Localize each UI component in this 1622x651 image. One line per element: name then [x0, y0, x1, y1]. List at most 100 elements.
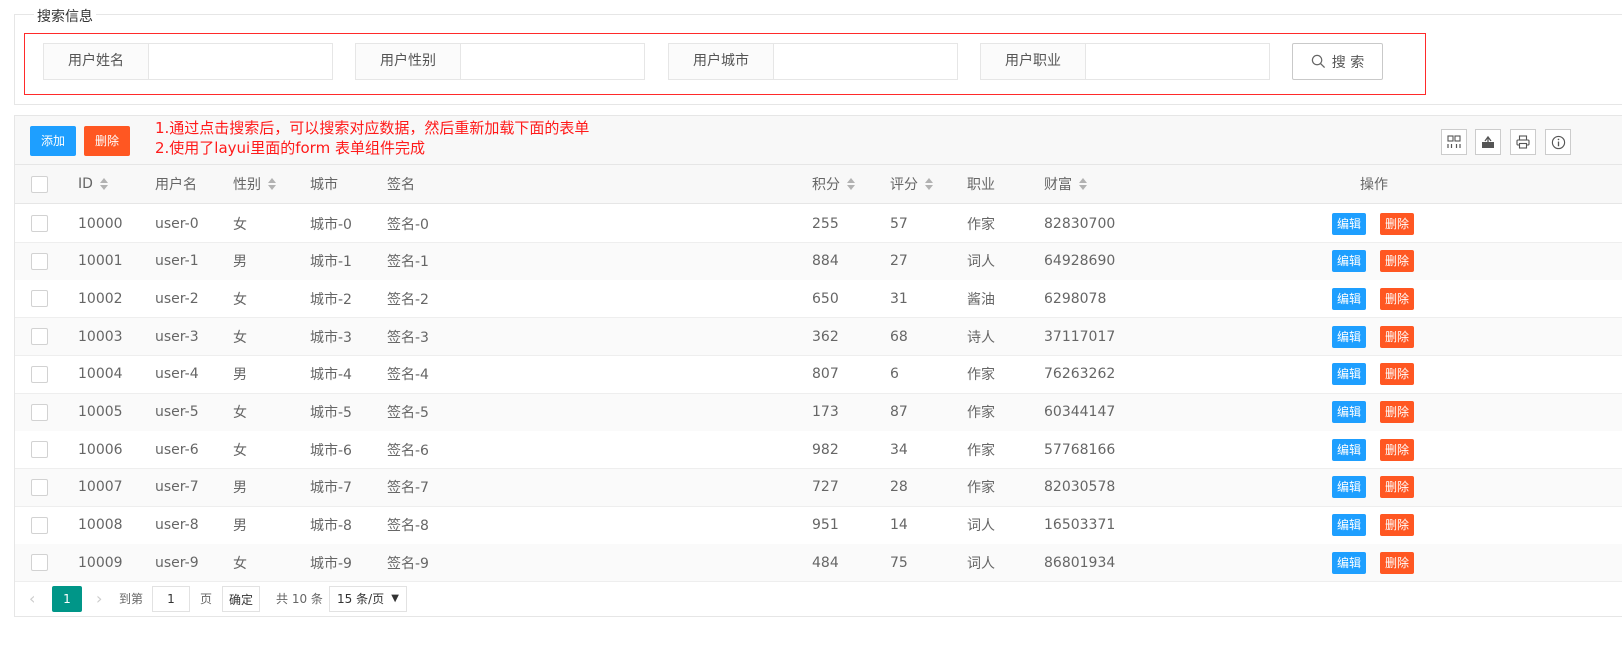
cell-city: 城市-5 — [310, 405, 352, 421]
row-checkbox[interactable] — [31, 328, 48, 346]
search-button[interactable]: 搜 索 — [1292, 43, 1383, 80]
cell-job: 词人 — [967, 518, 995, 535]
row-checkbox[interactable] — [31, 252, 48, 270]
cell-job: 诗人 — [967, 329, 995, 346]
column-header-wealth[interactable]: 财富 — [1044, 165, 1087, 203]
table-row: 10007 user-7 男 城市-7 签名-7 727 28 作家 82030… — [15, 468, 1622, 507]
cell-score: 362 — [812, 328, 839, 345]
cell-id: 10002 — [78, 290, 123, 307]
cell-rating: 68 — [890, 328, 908, 345]
cell-score: 982 — [812, 441, 839, 458]
cell-sign: 签名-6 — [387, 442, 429, 459]
search-city-input[interactable] — [774, 43, 958, 80]
sort-icon[interactable] — [847, 178, 855, 190]
pagination: ‹ 1 › 到第 页 确定 共 10 条 15 条/页 ▼ — [15, 582, 1622, 618]
row-edit-button[interactable]: 编辑 — [1332, 212, 1367, 235]
row-delete-button[interactable]: 删除 — [1380, 212, 1415, 235]
info-button[interactable] — [1545, 129, 1571, 155]
row-delete-button[interactable]: 删除 — [1380, 401, 1415, 423]
page-size-select[interactable]: 15 条/页 ▼ — [329, 586, 407, 612]
row-edit-button[interactable]: 编辑 — [1332, 476, 1367, 499]
sort-icon[interactable] — [99, 178, 108, 190]
prev-page-icon[interactable]: ‹ — [29, 586, 35, 612]
row-delete-button[interactable]: 删除 — [1380, 363, 1415, 386]
cell-score: 884 — [812, 253, 839, 270]
cell-city: 城市-9 — [310, 555, 352, 572]
select-all-checkbox[interactable] — [31, 175, 48, 193]
cell-rating: 27 — [890, 253, 908, 270]
search-legend: 搜索信息 — [34, 6, 96, 26]
sort-icon[interactable] — [268, 178, 276, 190]
page-1-button[interactable]: 1 — [52, 586, 82, 612]
cell-rating: 14 — [890, 517, 908, 534]
row-edit-button[interactable]: 编辑 — [1332, 363, 1367, 386]
cell-rating: 6 — [890, 366, 899, 383]
row-edit-button[interactable]: 编辑 — [1332, 287, 1367, 310]
row-edit-button[interactable]: 编辑 — [1332, 325, 1367, 348]
cell-rating: 57 — [890, 215, 908, 232]
cell-sign: 签名-7 — [387, 480, 429, 497]
row-edit-button[interactable]: 编辑 — [1332, 514, 1367, 537]
cell-rating: 75 — [890, 554, 908, 571]
row-checkbox[interactable] — [31, 441, 48, 459]
column-header-wealth-label: 财富 — [1044, 177, 1072, 193]
batch-delete-button[interactable]: 删除 — [84, 126, 131, 156]
cell-username: user-0 — [155, 215, 199, 232]
row-checkbox[interactable] — [31, 554, 48, 572]
cell-rating: 87 — [890, 404, 908, 420]
column-header-id[interactable]: ID — [78, 165, 108, 203]
row-edit-button[interactable]: 编辑 — [1332, 250, 1367, 273]
goto-confirm-button[interactable]: 确定 — [222, 586, 261, 612]
export-button[interactable] — [1475, 129, 1501, 155]
row-checkbox[interactable] — [31, 290, 48, 308]
cell-id: 10005 — [78, 404, 123, 420]
cell-job: 作家 — [967, 480, 995, 497]
cell-id: 10007 — [78, 479, 123, 496]
row-checkbox[interactable] — [31, 215, 48, 232]
search-sex-input[interactable] — [461, 43, 645, 80]
row-edit-button[interactable]: 编辑 — [1332, 551, 1367, 574]
row-edit-button[interactable]: 编辑 — [1332, 438, 1367, 461]
column-header-sex[interactable]: 性别 — [233, 165, 276, 203]
search-name-input[interactable] — [149, 43, 333, 80]
search-job-input[interactable] — [1086, 43, 1270, 80]
cell-username: user-7 — [155, 479, 199, 496]
row-delete-button[interactable]: 删除 — [1380, 325, 1415, 348]
row-delete-button[interactable]: 删除 — [1380, 438, 1415, 461]
cell-wealth: 6298078 — [1044, 290, 1107, 307]
sort-icon[interactable] — [925, 178, 933, 190]
sort-icon[interactable] — [1079, 178, 1087, 190]
cell-wealth: 82030578 — [1044, 479, 1116, 496]
cell-sex: 女 — [233, 216, 247, 233]
row-checkbox[interactable] — [31, 365, 48, 383]
columns-filter-button[interactable] — [1441, 129, 1467, 155]
column-header-username: 用户名 — [155, 177, 197, 193]
row-checkbox[interactable] — [31, 478, 48, 496]
cell-id: 10000 — [78, 215, 123, 232]
row-delete-button[interactable]: 删除 — [1380, 287, 1415, 310]
row-checkbox[interactable] — [31, 403, 48, 421]
row-checkbox[interactable] — [31, 516, 48, 534]
cell-job: 作家 — [967, 442, 995, 459]
cell-sign: 签名-9 — [387, 555, 429, 572]
table-row: 10008 user-8 男 城市-8 签名-8 951 14 词人 16503… — [15, 506, 1622, 545]
row-delete-button[interactable]: 删除 — [1380, 476, 1415, 499]
row-delete-button[interactable]: 删除 — [1380, 250, 1415, 273]
cell-score: 255 — [812, 215, 839, 232]
cell-city: 城市-3 — [310, 329, 352, 346]
cell-sex: 女 — [233, 291, 247, 308]
goto-page-input[interactable] — [152, 586, 190, 612]
add-button[interactable]: 添加 — [30, 126, 77, 156]
row-delete-button[interactable]: 删除 — [1380, 514, 1415, 537]
column-header-score[interactable]: 积分 — [812, 165, 855, 203]
column-header-rating[interactable]: 评分 — [890, 165, 933, 203]
cell-id: 10003 — [78, 328, 123, 345]
next-page-icon[interactable]: › — [96, 586, 102, 612]
cell-sign: 签名-5 — [387, 405, 429, 421]
cell-username: user-1 — [155, 253, 199, 270]
row-delete-button[interactable]: 删除 — [1380, 551, 1415, 574]
cell-wealth: 86801934 — [1044, 554, 1116, 571]
row-edit-button[interactable]: 编辑 — [1332, 401, 1367, 423]
instruction-line-2: 2.使用了layui里面的form 表单组件完成 — [155, 139, 425, 157]
print-button[interactable] — [1510, 129, 1536, 155]
